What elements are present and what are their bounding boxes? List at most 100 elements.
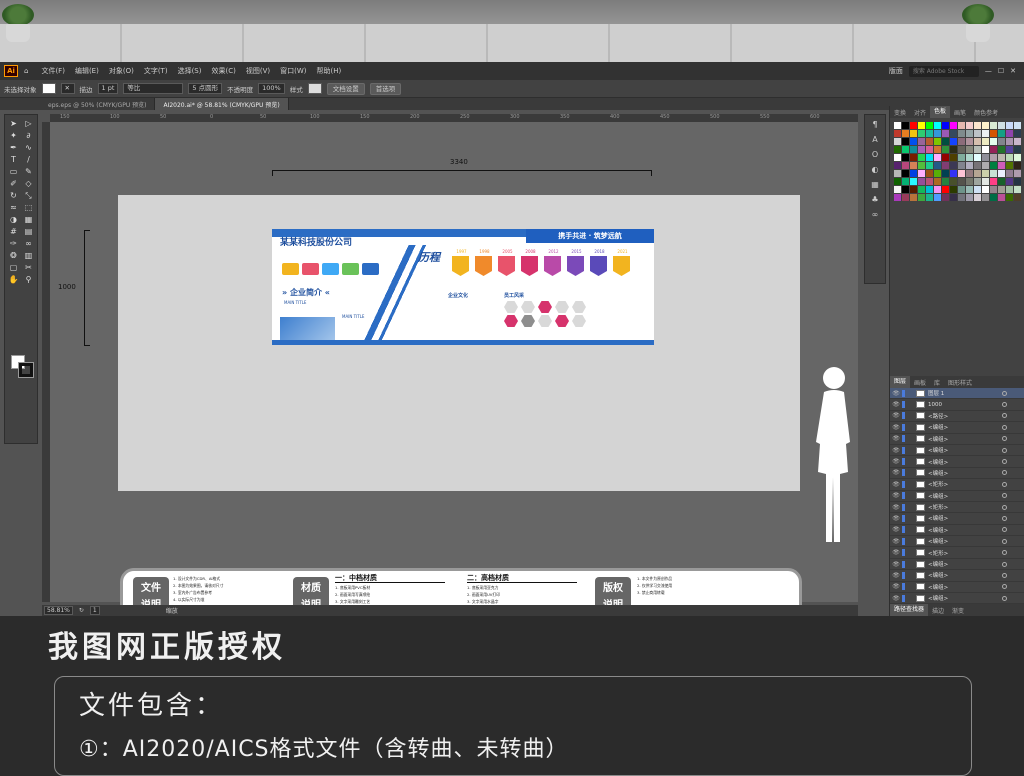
color-swatch[interactable] <box>998 162 1005 169</box>
color-swatch[interactable] <box>998 154 1005 161</box>
layer-row[interactable]: 👁 <编组> <box>890 468 1024 480</box>
layer-row[interactable]: 👁 <编组> <box>890 422 1024 434</box>
minimize-icon[interactable]: — <box>985 67 992 75</box>
shape-builder-icon[interactable]: ◑ <box>7 214 20 226</box>
color-swatch[interactable] <box>1006 194 1013 201</box>
layer-row[interactable]: 👁 图层 1 <box>890 388 1024 400</box>
color-swatch[interactable] <box>982 178 989 185</box>
color-swatch[interactable] <box>990 162 997 169</box>
color-swatch[interactable] <box>958 122 965 129</box>
visibility-eye-icon[interactable]: 👁 <box>890 424 902 431</box>
zoom-input[interactable]: 58.81% <box>44 606 73 615</box>
paintbrush-icon[interactable]: ✎ <box>22 166 35 178</box>
color-swatch[interactable] <box>894 186 901 193</box>
visibility-eye-icon[interactable]: 👁 <box>890 526 902 533</box>
color-swatch[interactable] <box>902 178 909 185</box>
color-swatch[interactable] <box>1006 162 1013 169</box>
color-swatch[interactable] <box>942 178 949 185</box>
layer-row[interactable]: 👁 <编组> <box>890 513 1024 525</box>
color-swatch[interactable] <box>950 146 957 153</box>
menu-select[interactable]: 选择(S) <box>178 66 202 76</box>
menu-object[interactable]: 对象(O) <box>109 66 134 76</box>
color-swatch[interactable] <box>926 170 933 177</box>
color-swatch[interactable] <box>934 178 941 185</box>
color-swatch[interactable] <box>918 122 925 129</box>
color-swatch[interactable] <box>910 130 917 137</box>
brush-select[interactable]: 5 点圆形 <box>188 83 223 94</box>
page-input[interactable]: 1 <box>89 606 100 615</box>
tab-swatches[interactable]: 色板 <box>930 106 951 118</box>
color-swatch[interactable] <box>966 162 973 169</box>
target-circle-icon[interactable] <box>1002 572 1007 578</box>
target-circle-icon[interactable] <box>1002 390 1007 396</box>
color-swatch[interactable] <box>958 178 965 185</box>
style-select[interactable] <box>307 83 322 94</box>
color-swatch[interactable] <box>934 170 941 177</box>
color-swatch[interactable] <box>910 178 917 185</box>
color-swatch[interactable] <box>966 122 973 129</box>
visibility-eye-icon[interactable]: 👁 <box>890 595 902 602</box>
direct-selection-tool-icon[interactable]: ▷ <box>22 118 35 130</box>
color-swatch[interactable] <box>910 146 917 153</box>
layout-label[interactable]: 版面 <box>889 66 903 76</box>
color-swatch[interactable] <box>902 122 909 129</box>
color-swatch[interactable] <box>982 130 989 137</box>
color-swatch[interactable] <box>926 178 933 185</box>
layer-row[interactable]: 👁 <编组> <box>890 582 1024 594</box>
tab-align[interactable]: 对齐 <box>910 108 930 117</box>
eyedropper-icon[interactable]: ✑ <box>7 238 20 250</box>
color-swatch[interactable] <box>950 170 957 177</box>
tab-stroke[interactable]: 描边 <box>928 606 948 615</box>
color-swatch[interactable] <box>982 162 989 169</box>
color-swatch[interactable] <box>934 186 941 193</box>
color-swatch[interactable] <box>902 138 909 145</box>
tab-layers[interactable]: 图层 <box>890 376 911 388</box>
color-swatch[interactable] <box>926 122 933 129</box>
color-swatch[interactable] <box>926 138 933 145</box>
color-swatch[interactable] <box>910 194 917 201</box>
rotate-tool-icon[interactable]: ↻ <box>7 190 20 202</box>
stroke-swatch[interactable]: ✕ <box>60 83 75 94</box>
type-tool-icon[interactable]: T <box>7 154 20 166</box>
mesh-tool-icon[interactable]: # <box>7 226 20 238</box>
color-swatch[interactable] <box>942 130 949 137</box>
layer-row[interactable]: 👁 <编组> <box>890 456 1024 468</box>
tab-library[interactable]: 库 <box>930 378 944 387</box>
color-swatch[interactable] <box>942 170 949 177</box>
target-circle-icon[interactable] <box>1002 504 1007 510</box>
color-swatch[interactable] <box>918 146 925 153</box>
color-swatch[interactable] <box>926 154 933 161</box>
color-swatch[interactable] <box>894 154 901 161</box>
menu-edit[interactable]: 编辑(E) <box>75 66 99 76</box>
canvas-area[interactable]: 3340 1000 某某科技股份公司 携手共进 · 筑梦远航 » 企业简介 « … <box>50 122 858 626</box>
color-swatch[interactable] <box>1006 130 1013 137</box>
target-circle-icon[interactable] <box>1002 470 1007 476</box>
color-swatch[interactable] <box>1006 170 1013 177</box>
color-swatch[interactable] <box>974 194 981 201</box>
color-swatch[interactable] <box>990 122 997 129</box>
color-swatch[interactable] <box>918 186 925 193</box>
swatches-grid[interactable] <box>890 118 1024 205</box>
color-swatch[interactable] <box>974 154 981 161</box>
color-swatch[interactable] <box>982 194 989 201</box>
target-circle-icon[interactable] <box>1002 413 1007 419</box>
visibility-eye-icon[interactable]: 👁 <box>890 435 902 442</box>
tab-eps[interactable]: eps.eps @ 50% (CMYK/GPU 预览) <box>40 98 156 110</box>
selection-tool-icon[interactable]: ➤ <box>7 118 20 130</box>
fill-swatch[interactable] <box>41 83 56 94</box>
color-swatch[interactable] <box>1006 178 1013 185</box>
shaper-tool-icon[interactable]: ✐ <box>7 178 20 190</box>
color-swatch[interactable] <box>974 178 981 185</box>
width-tool-icon[interactable]: ≈ <box>7 202 20 214</box>
visibility-eye-icon[interactable]: 👁 <box>890 561 902 568</box>
target-circle-icon[interactable] <box>1002 515 1007 521</box>
color-swatch[interactable] <box>1006 138 1013 145</box>
color-swatch[interactable] <box>966 194 973 201</box>
free-transform-icon[interactable]: ⬚ <box>22 202 35 214</box>
color-swatch[interactable] <box>894 130 901 137</box>
color-swatch[interactable] <box>966 170 973 177</box>
color-swatch[interactable] <box>998 178 1005 185</box>
color-swatch[interactable] <box>1014 130 1021 137</box>
document-settings-button[interactable]: 文档设置 <box>326 82 365 95</box>
color-swatch[interactable] <box>934 146 941 153</box>
